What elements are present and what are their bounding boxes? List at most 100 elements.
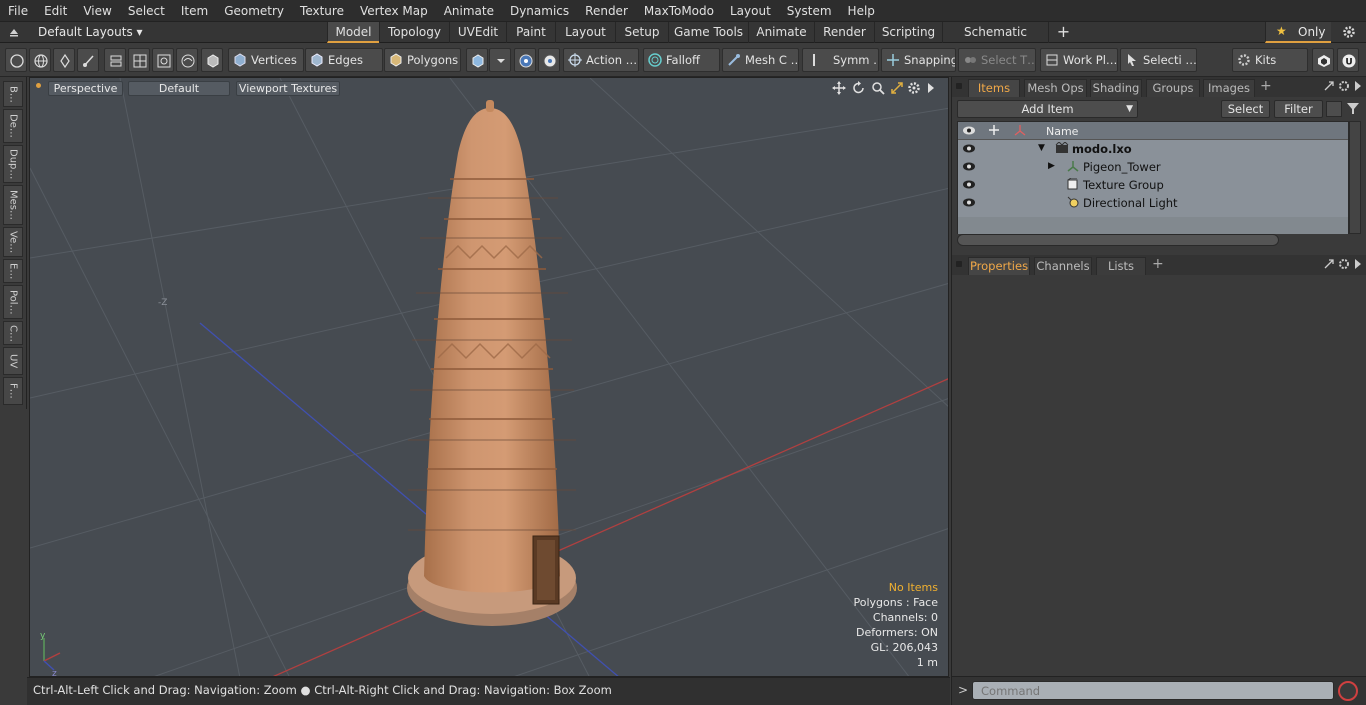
gear-icon[interactable] [1342, 25, 1356, 42]
tab-mesh-edit[interactable]: Mes… [3, 185, 23, 225]
panel-handle-icon[interactable] [956, 261, 962, 267]
properties-panel-arrow-icon[interactable] [1354, 258, 1362, 273]
tab-deform[interactable]: De… [3, 109, 23, 143]
snapping-button[interactable]: Snapping [881, 48, 956, 72]
tab-curve[interactable]: C… [3, 321, 23, 345]
eye-icon[interactable] [962, 197, 976, 208]
material-button[interactable] [466, 48, 488, 72]
tab-edge[interactable]: E… [3, 259, 23, 283]
falloff-button[interactable]: Falloff [643, 48, 720, 72]
menu-dynamics[interactable]: Dynamics [502, 4, 577, 18]
tab-basic[interactable]: B… [3, 81, 23, 107]
eye-icon[interactable] [962, 161, 976, 172]
panel-handle-icon[interactable] [956, 83, 962, 89]
name-column-header[interactable]: Name [1046, 125, 1078, 138]
action-center-button[interactable]: Action … [563, 48, 639, 72]
zoom-icon[interactable] [871, 81, 885, 98]
vertices-button[interactable]: Vertices [228, 48, 304, 72]
tab-scripting[interactable]: Scripting [874, 22, 942, 43]
add-item-dropdown[interactable]: Add Item ▼ [957, 100, 1138, 118]
only-toggle[interactable]: ★ Only [1265, 22, 1331, 43]
item-row-pigeon-tower[interactable]: ▶ Pigeon_Tower [958, 158, 1348, 176]
align-button[interactable] [104, 48, 126, 72]
brush-button[interactable] [77, 48, 99, 72]
layout-collapse-icon[interactable] [8, 26, 20, 41]
tab-channels[interactable]: Channels [1034, 257, 1092, 275]
record-icon[interactable] [1338, 681, 1358, 701]
add-tab-button[interactable]: + [1048, 22, 1078, 43]
tab-fusion[interactable]: F… [3, 377, 23, 405]
tab-game-tools[interactable]: Game Tools [668, 22, 748, 43]
tab-mesh-ops[interactable]: Mesh Ops [1024, 79, 1087, 97]
layout-preset-dropdown[interactable]: Default Layouts ▾ [38, 25, 143, 39]
items-panel-arrow-icon[interactable] [1354, 80, 1362, 95]
tab-polygon[interactable]: Pol… [3, 285, 23, 319]
items-panel-gear-icon[interactable] [1338, 80, 1350, 95]
unity-button[interactable] [1312, 48, 1334, 72]
menu-layout[interactable]: Layout [722, 4, 779, 18]
perspective-dropdown[interactable]: Perspective [48, 81, 123, 96]
eye-icon[interactable] [962, 179, 976, 190]
expand-triangle-icon[interactable]: ▼ [1038, 143, 1045, 153]
tab-vertex[interactable]: Ve… [3, 227, 23, 257]
menu-item[interactable]: Item [173, 4, 216, 18]
menu-help[interactable]: Help [840, 4, 883, 18]
tab-shading[interactable]: Shading [1090, 79, 1142, 97]
menu-edit[interactable]: Edit [36, 4, 75, 18]
item-mode-button[interactable] [201, 48, 223, 72]
menu-maxtomodo[interactable]: MaxToModo [636, 4, 722, 18]
select-button[interactable]: Select [1221, 100, 1270, 118]
selection-sets-button[interactable]: Selecti … [1120, 48, 1197, 72]
add-panel-tab-icon[interactable]: + [1260, 78, 1272, 94]
kits-button[interactable]: Kits [1232, 48, 1308, 72]
filter-button[interactable]: Filter [1274, 100, 1323, 118]
tab-uvedit[interactable]: UVEdit [449, 22, 506, 43]
tab-groups[interactable]: Groups [1146, 79, 1200, 97]
menu-animate[interactable]: Animate [436, 4, 502, 18]
funnel-filter-icon[interactable] [1346, 101, 1360, 118]
tab-images[interactable]: Images [1203, 79, 1255, 97]
tab-properties[interactable]: Properties [968, 257, 1030, 275]
menu-texture[interactable]: Texture [292, 4, 352, 18]
eye-icon[interactable] [962, 143, 976, 154]
material-dropdown[interactable] [489, 48, 511, 72]
globe-button[interactable] [29, 48, 51, 72]
item-row-texture-group[interactable]: Texture Group [958, 176, 1348, 194]
tab-setup[interactable]: Setup [615, 22, 668, 43]
select-circle-button[interactable] [5, 48, 27, 72]
edges-button[interactable]: Edges [305, 48, 383, 72]
expand-panel-icon[interactable] [1323, 80, 1335, 95]
pen-button[interactable] [53, 48, 75, 72]
tab-render[interactable]: Render [814, 22, 874, 43]
command-input[interactable] [972, 681, 1334, 700]
tab-paint[interactable]: Paint [506, 22, 555, 43]
properties-panel-gear-icon[interactable] [1338, 258, 1350, 273]
tab-animate[interactable]: Animate [748, 22, 814, 43]
snap-sym-button[interactable] [514, 48, 536, 72]
tab-duplicate[interactable]: Dup… [3, 145, 23, 183]
menu-system[interactable]: System [779, 4, 840, 18]
shading-dropdown[interactable]: Default [128, 81, 230, 96]
tab-layout[interactable]: Layout [555, 22, 615, 43]
item-list-h-scrollbar[interactable] [957, 234, 1279, 246]
grid-button[interactable] [128, 48, 150, 72]
tab-schematic-fusion[interactable]: Schematic Fusion [942, 22, 1048, 59]
viewport-textures-dropdown[interactable]: Viewport Textures [236, 81, 340, 96]
expand-panel-icon[interactable] [1323, 258, 1335, 273]
collapse-list-icon[interactable] [1326, 101, 1342, 117]
symmetry-button[interactable]: Symm … [802, 48, 879, 72]
menu-vertex-map[interactable]: Vertex Map [352, 4, 436, 18]
frame-button[interactable] [152, 48, 174, 72]
menu-render[interactable]: Render [577, 4, 636, 18]
tab-topology[interactable]: Topology [379, 22, 449, 43]
work-plane-button[interactable]: Work Pl… [1040, 48, 1118, 72]
add-properties-tab-icon[interactable]: + [1152, 256, 1164, 272]
expand-triangle-icon[interactable]: ▶ [1048, 161, 1055, 171]
item-row-scene[interactable]: ▼ modo.lxo [958, 140, 1348, 158]
viewport-menu-arrow-icon[interactable] [926, 82, 936, 97]
viewport-settings-gear-icon[interactable] [907, 81, 921, 98]
item-row-directional-light[interactable]: Directional Light [958, 194, 1348, 212]
unreal-button[interactable]: U [1337, 48, 1359, 72]
menu-select[interactable]: Select [120, 4, 173, 18]
maximize-icon[interactable] [890, 81, 904, 98]
